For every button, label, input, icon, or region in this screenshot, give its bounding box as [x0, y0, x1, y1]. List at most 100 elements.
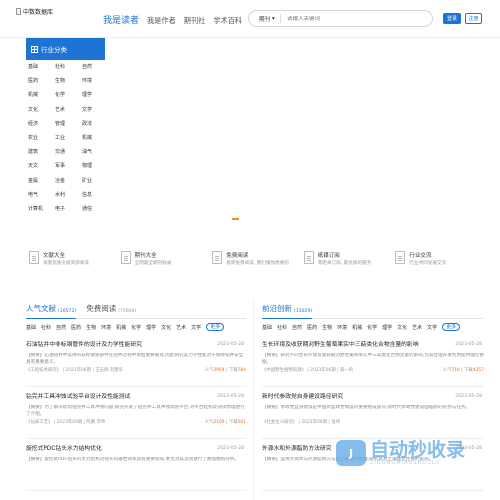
category-item[interactable]: 工业 — [55, 134, 82, 141]
filter-category[interactable]: 环境 — [337, 324, 347, 331]
feature-item[interactable]: 免费阅读 极简免费阅读, 我们懂你想要的 — [209, 248, 301, 278]
category-item[interactable]: 信息 — [82, 191, 108, 198]
article-source: 《中国野生植物资源》 | 2023年06期 | 黄一鸣 — [262, 368, 354, 373]
filter-category[interactable]: 艺术 — [412, 324, 422, 331]
article-stats: 人气716 | 下载4357 — [442, 368, 484, 373]
nav-author[interactable]: 我是作者 — [147, 16, 176, 26]
category-item[interactable]: 建筑 — [28, 148, 55, 155]
filter-category[interactable]: 环境 — [101, 324, 111, 331]
filter-category[interactable]: 机械 — [352, 324, 362, 331]
filter-category[interactable]: 艺术 — [176, 324, 186, 331]
category-header: 行业分类 — [26, 38, 105, 60]
filter-category[interactable]: 化学 — [367, 324, 377, 331]
filter-category[interactable]: 理学 — [382, 324, 392, 331]
tab-frontier-count: (15029) — [294, 309, 313, 314]
more-button[interactable]: 更多 — [206, 323, 225, 331]
filter-category[interactable]: 医药 — [307, 324, 317, 331]
category-item[interactable]: 计算机 — [28, 205, 55, 212]
category-item[interactable]: 生物 — [55, 77, 82, 84]
frontier-category-filter: 基础 社科 自然 医药 生物 环境 机械 化学 理学 文化 艺术 文学 更多 — [262, 319, 484, 335]
tab-free[interactable]: 免费阅读 (75940) — [86, 303, 136, 318]
category-item[interactable]: 军事 — [55, 162, 82, 169]
more-button[interactable]: 更多 — [442, 323, 461, 331]
article-item[interactable]: 钻完井工具冲蚀试验平台设计及性能测试 2023-05-28 【摘要】为了解决现场钻完… — [26, 387, 246, 439]
category-item[interactable]: 电子 — [55, 205, 82, 212]
feature-item[interactable]: 行业交流 行业共同发展交流 — [392, 248, 484, 278]
tab-popular[interactable]: 人气文献 (16572) — [26, 303, 77, 319]
category-item[interactable]: 油气 — [82, 148, 108, 155]
article-title[interactable]: 石油钻井中非标钢管件的设计及力学性能研究 — [26, 342, 142, 348]
article-item[interactable]: 新时代参政党自身建设路径研究 2023-05-28 【摘要】参政党自身建设是中国新型… — [262, 387, 484, 439]
article-abstract: 【摘要】参政党自身建设是中国新型政党制度的重要组成部分,新时代参政党建设面临新的… — [262, 405, 471, 410]
filter-category[interactable]: 文学 — [427, 324, 437, 331]
frontier-panel: 前沿创新 (15029) 基础 社科 自然 医药 生物 环境 机械 化学 理学 文化 艺术 文学 更多 … — [262, 300, 484, 500]
search-input[interactable] — [281, 15, 432, 22]
feature-item[interactable]: 纸媒订阅 零距离订阅, 最优质的服务 — [301, 248, 393, 278]
article-item[interactable]: 石油钻井中非标钢管件的设计及力学性能研究 2023-05-28 【摘要】石油钻井中常… — [26, 335, 246, 387]
filter-category[interactable]: 医药 — [71, 324, 81, 331]
article-date: 2023-05-28 — [217, 342, 244, 347]
article-title[interactable]: 外源水和外源脂防方法研究 — [262, 446, 332, 452]
search-type-select[interactable]: 期刊 ▾ — [249, 14, 281, 23]
article-item[interactable]: 旋挖式PDC钻头水力结构优化 2023-05-28 【摘要】旋挖式PDC钻头的水力结… — [26, 439, 246, 491]
category-item[interactable]: 天文 — [28, 162, 55, 169]
category-item[interactable]: 通信 — [82, 205, 108, 212]
nav-encyclopedia[interactable]: 学术百科 — [213, 16, 242, 26]
filter-category[interactable]: 生物 — [322, 324, 332, 331]
filter-category[interactable]: 基础 — [26, 324, 36, 331]
category-item[interactable]: 交通 — [55, 148, 82, 155]
filter-category[interactable]: 社科 — [277, 324, 287, 331]
downloads-label: 下载 — [228, 368, 238, 373]
nav-reader[interactable]: 我是读者 — [103, 13, 139, 26]
filter-category[interactable]: 自然 — [292, 324, 302, 331]
filter-category[interactable]: 文化 — [397, 324, 407, 331]
category-item[interactable]: 机械 — [28, 91, 55, 98]
category-item[interactable]: 物理 — [82, 162, 108, 169]
category-item[interactable]: 基础 — [28, 63, 55, 70]
filter-category[interactable]: 基础 — [262, 324, 272, 331]
tab-frontier[interactable]: 前沿创新 (15029) — [262, 303, 313, 319]
category-item[interactable]: 管理 — [55, 120, 82, 127]
article-title[interactable]: 钻完井工具冲蚀试验平台设计及性能测试 — [26, 394, 130, 400]
category-item[interactable]: 经济 — [28, 120, 55, 127]
filter-category[interactable]: 文学 — [191, 324, 201, 331]
category-item[interactable]: 医药 — [28, 77, 55, 84]
category-item[interactable]: 农业 — [28, 134, 55, 141]
tab-popular-label: 人气文献 — [26, 304, 56, 313]
filter-category[interactable]: 自然 — [56, 324, 66, 331]
filter-category[interactable]: 文化 — [161, 324, 171, 331]
article-item[interactable]: 生长环境及收获期对野生葡萄果实中三萜类化合物含量的影响 2023-05-28 【摘要… — [262, 335, 484, 387]
nav-journal[interactable]: 期刊社 — [184, 16, 206, 26]
article-title[interactable]: 生长环境及收获期对野生葡萄果实中三萜类化合物含量的影响 — [262, 342, 419, 348]
category-item[interactable]: 政法 — [82, 120, 108, 127]
article-title[interactable]: 旋挖式PDC钻头水力结构优化 — [26, 446, 102, 452]
filter-category[interactable]: 化学 — [131, 324, 141, 331]
feature-row: 文献大全 海量优质文献资源阅读 期刊大全 全网最全期刊收录 免费阅读 极简免费阅读, 我们… — [26, 248, 484, 278]
category-item[interactable]: 自然 — [82, 63, 108, 70]
category-item[interactable]: 环境 — [82, 77, 108, 84]
category-item[interactable]: 冶金 — [55, 177, 82, 184]
category-item[interactable]: 文学 — [82, 106, 108, 113]
filter-category[interactable]: 生物 — [86, 324, 96, 331]
category-item[interactable]: 矿业 — [82, 177, 108, 184]
feature-item[interactable]: 期刊大全 全网最全期刊收录 — [118, 248, 210, 278]
category-item[interactable]: 化学 — [55, 91, 82, 98]
category-item[interactable]: 文化 — [28, 106, 55, 113]
carousel-indicator[interactable] — [232, 218, 239, 220]
downloads-label: 下载 — [464, 368, 473, 373]
category-item[interactable]: 水利 — [55, 191, 82, 198]
filter-category[interactable]: 理学 — [146, 324, 156, 331]
site-logo[interactable]: 中数数据库 — [16, 7, 53, 16]
filter-category[interactable]: 机械 — [116, 324, 126, 331]
article-title[interactable]: 新时代参政党自身建设路径研究 — [262, 394, 343, 400]
category-item[interactable]: 电气 — [28, 191, 55, 198]
category-item[interactable]: 理学 — [82, 91, 108, 98]
filter-category[interactable]: 社科 — [41, 324, 51, 331]
feature-item[interactable]: 文献大全 海量优质文献资源阅读 — [26, 248, 118, 278]
category-item[interactable]: 机械 — [82, 134, 108, 141]
category-item[interactable]: 社科 — [55, 63, 82, 70]
category-item[interactable]: 艺术 — [55, 106, 82, 113]
login-button[interactable]: 登录 — [443, 13, 461, 24]
category-item[interactable]: 金属 — [28, 177, 55, 184]
register-button[interactable]: 注册 — [465, 13, 482, 24]
